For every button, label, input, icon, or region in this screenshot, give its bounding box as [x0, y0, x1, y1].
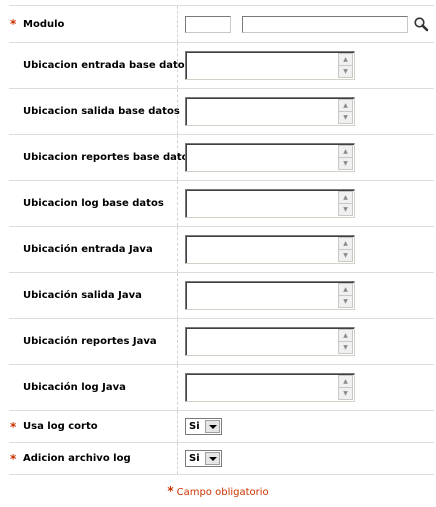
required-fields-note: * Campo obligatorio — [0, 484, 436, 498]
row-usa-log-corto: * Usa log corto Si — [9, 411, 434, 443]
row-textarea: Ubicación entrada Java ▲ ▼ — [9, 227, 434, 273]
row-textarea: Ubicacion log base datos ▲ ▼ — [9, 181, 434, 227]
label-ubicacion-salida-base-datos: Ubicacion salida base datos — [23, 106, 180, 117]
label-ubicacion-reportes-base-datos: Ubicacion reportes base datos — [23, 152, 195, 163]
required-note-text: Campo obligatorio — [176, 487, 269, 498]
required-marker: * — [10, 17, 17, 31]
usa-log-corto-select[interactable]: Si — [185, 418, 222, 435]
row-textarea: Ubicación reportes Java ▲ ▼ — [9, 319, 434, 365]
scroll-down-icon[interactable]: ▼ — [338, 203, 353, 216]
ubicacion-salida-base-datos-textarea[interactable]: ▲ ▼ — [185, 97, 355, 126]
select-value: Si — [189, 453, 200, 464]
row-adicion-archivo-log: * Adicion archivo log Si — [9, 443, 434, 475]
scrollbar[interactable]: ▲ ▼ — [338, 99, 353, 124]
modulo-name-input[interactable] — [242, 15, 408, 33]
select-value: Si — [189, 421, 200, 432]
label-ubicacion-reportes-java: Ubicación reportes Java — [23, 336, 157, 347]
scroll-down-icon[interactable]: ▼ — [338, 111, 353, 124]
scrollbar[interactable]: ▲ ▼ — [338, 191, 353, 216]
ubicacion-reportes-base-datos-textarea[interactable]: ▲ ▼ — [185, 143, 355, 172]
row-textarea: Ubicacion reportes base datos ▲ ▼ — [9, 135, 434, 181]
ubicacion-reportes-java-textarea[interactable]: ▲ ▼ — [185, 327, 355, 356]
label-ubicacion-salida-java: Ubicación salida Java — [23, 290, 142, 301]
row-textarea: Ubicacion salida base datos ▲ ▼ — [9, 89, 434, 135]
required-marker: * — [10, 451, 17, 466]
label-modulo: Modulo — [23, 18, 65, 30]
row-modulo: * Modulo — [9, 5, 434, 43]
ubicacion-entrada-java-textarea[interactable]: ▲ ▼ — [185, 235, 355, 264]
ubicacion-log-java-textarea[interactable]: ▲ ▼ — [185, 373, 355, 402]
required-marker: * — [167, 484, 174, 498]
row-textarea: Ubicación salida Java ▲ ▼ — [9, 273, 434, 319]
search-icon[interactable] — [413, 16, 429, 32]
scrollbar[interactable]: ▲ ▼ — [338, 329, 353, 354]
dropdown-arrow-icon[interactable] — [205, 420, 220, 433]
label-ubicacion-entrada-java: Ubicación entrada Java — [23, 244, 153, 255]
modulo-code-input[interactable] — [185, 15, 231, 33]
scroll-down-icon[interactable]: ▼ — [338, 387, 353, 400]
ubicacion-entrada-base-datos-textarea[interactable]: ▲ ▼ — [185, 51, 355, 80]
scrollbar[interactable]: ▲ ▼ — [338, 53, 353, 78]
scroll-down-icon[interactable]: ▼ — [338, 65, 353, 78]
ubicacion-log-base-datos-textarea[interactable]: ▲ ▼ — [185, 189, 355, 218]
scroll-down-icon[interactable]: ▼ — [338, 341, 353, 354]
label-ubicacion-entrada-base-datos: Ubicacion entrada base datos — [23, 60, 191, 71]
label-ubicacion-log-base-datos: Ubicacion log base datos — [23, 198, 164, 209]
row-textarea: Ubicación log Java ▲ ▼ — [9, 365, 434, 411]
label-adicion-archivo-log: Adicion archivo log — [23, 453, 131, 464]
scrollbar[interactable]: ▲ ▼ — [338, 283, 353, 308]
dropdown-arrow-icon[interactable] — [205, 452, 220, 465]
scroll-down-icon[interactable]: ▼ — [338, 157, 353, 170]
scroll-down-icon[interactable]: ▼ — [338, 249, 353, 262]
row-textarea: Ubicacion entrada base datos ▲ ▼ — [9, 43, 434, 89]
scrollbar[interactable]: ▲ ▼ — [338, 145, 353, 170]
scroll-down-icon[interactable]: ▼ — [338, 295, 353, 308]
label-usa-log-corto: Usa log corto — [23, 421, 98, 432]
scrollbar[interactable]: ▲ ▼ — [338, 375, 353, 400]
required-marker: * — [10, 419, 17, 434]
scrollbar[interactable]: ▲ ▼ — [338, 237, 353, 262]
adicion-archivo-log-select[interactable]: Si — [185, 450, 222, 467]
label-ubicacion-log-java: Ubicación log Java — [23, 382, 126, 393]
configuration-form: * Modulo Ubicacion entrada base datos ▲ — [9, 5, 434, 475]
ubicacion-salida-java-textarea[interactable]: ▲ ▼ — [185, 281, 355, 310]
